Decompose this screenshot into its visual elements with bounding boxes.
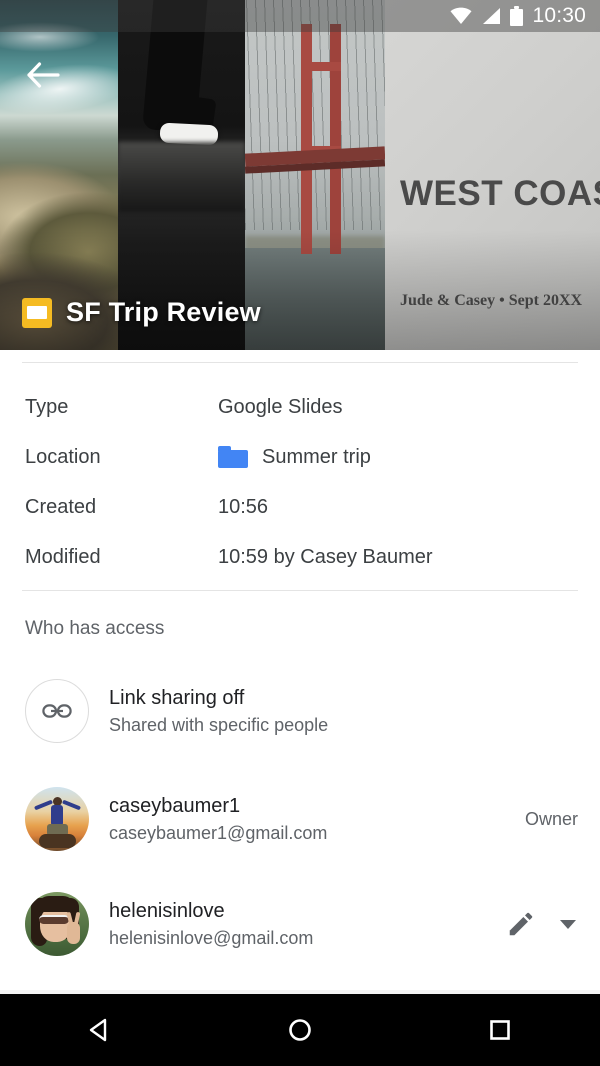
link-sharing-title: Link sharing off bbox=[109, 686, 245, 709]
detail-label-location: Location bbox=[25, 445, 101, 468]
person-row-helenisinlove[interactable]: helenisinlove helenisinlove@gmail.com bbox=[0, 888, 600, 960]
detail-label-modified: Modified bbox=[25, 545, 101, 568]
wifi-icon bbox=[450, 7, 472, 24]
link-sharing-row[interactable]: Link sharing off Shared with specific pe… bbox=[0, 678, 600, 744]
android-navigation-bar bbox=[0, 994, 600, 1066]
access-section-heading: Who has access bbox=[25, 618, 165, 639]
folder-icon bbox=[218, 446, 248, 468]
nav-home-button[interactable] bbox=[260, 994, 340, 1066]
person-email: helenisinlove@gmail.com bbox=[109, 927, 314, 948]
avatar-helenisinlove bbox=[25, 892, 89, 956]
link-icon bbox=[25, 679, 89, 743]
detail-label-created: Created bbox=[25, 495, 97, 518]
detail-row-modified: Modified 10:59 by Casey Baumer bbox=[0, 532, 600, 582]
detail-value-type: Google Slides bbox=[218, 395, 343, 418]
person-name: caseybaumer1 bbox=[109, 794, 241, 817]
ground-shape bbox=[118, 142, 245, 212]
person-name: helenisinlove bbox=[109, 899, 225, 922]
edit-permission-button[interactable] bbox=[506, 909, 536, 939]
file-title-bar: SF Trip Review bbox=[22, 297, 261, 328]
battery-icon bbox=[510, 6, 524, 26]
detail-value-modified: 10:59 by Casey Baumer bbox=[218, 545, 433, 568]
back-button[interactable] bbox=[20, 52, 66, 98]
person-text-helenisinlove: helenisinlove helenisinlove@gmail.com bbox=[109, 898, 494, 951]
status-bar: 10:30 bbox=[0, 0, 600, 32]
slide-title-text: WEST COAST ROAD TRIP bbox=[400, 174, 600, 213]
divider-above-access bbox=[22, 590, 578, 591]
detail-value-location: Summer trip bbox=[218, 446, 371, 469]
detail-row-location[interactable]: Location Summer trip bbox=[0, 432, 600, 482]
nav-back-button[interactable] bbox=[60, 994, 140, 1066]
status-time: 10:30 bbox=[532, 4, 586, 27]
detail-value-created: 10:56 bbox=[218, 495, 269, 518]
file-name: SF Trip Review bbox=[66, 297, 261, 327]
chain-link-glyph bbox=[42, 704, 72, 718]
detail-label-type: Type bbox=[25, 395, 69, 418]
edit-pencil-icon bbox=[509, 912, 533, 936]
slide-panel-title: WEST COAST ROAD TRIP Jude & Casey • Sept… bbox=[385, 0, 600, 350]
back-triangle-icon bbox=[89, 1018, 107, 1042]
home-circle-icon bbox=[289, 1019, 311, 1041]
person-row-actions bbox=[506, 909, 578, 939]
cell-signal-icon bbox=[483, 8, 501, 24]
file-preview-header: WEST COAST ROAD TRIP Jude & Casey • Sept… bbox=[0, 0, 600, 350]
detail-row-created: Created 10:56 bbox=[0, 482, 600, 532]
person-row-caseybaumer1[interactable]: caseybaumer1 caseybaumer1@gmail.com Owne… bbox=[0, 783, 600, 855]
person-role-badge: Owner bbox=[524, 808, 578, 829]
slide-panel-bridge bbox=[245, 0, 385, 350]
person-email: caseybaumer1@gmail.com bbox=[109, 822, 328, 843]
slide-subtitle-text: Jude & Casey • Sept 20XX bbox=[400, 292, 583, 309]
bridge-tower bbox=[301, 24, 341, 254]
google-slides-icon bbox=[22, 297, 52, 328]
location-folder-name: Summer trip bbox=[262, 445, 371, 468]
person-text-caseybaumer1: caseybaumer1 caseybaumer1@gmail.com bbox=[109, 793, 513, 846]
avatar-caseybaumer1 bbox=[25, 787, 89, 851]
nav-recents-button[interactable] bbox=[460, 994, 540, 1066]
detail-row-type: Type Google Slides bbox=[0, 382, 600, 432]
file-details-section: Type Google Slides Location Summer trip … bbox=[0, 382, 600, 582]
chevron-down-icon bbox=[560, 920, 576, 929]
permission-dropdown-button[interactable] bbox=[558, 917, 578, 931]
back-arrow-icon bbox=[27, 62, 60, 88]
recents-square-icon bbox=[490, 1020, 510, 1040]
divider-below-preview bbox=[22, 362, 578, 363]
link-sharing-text: Link sharing off Shared with specific pe… bbox=[109, 685, 578, 738]
link-sharing-subtitle: Shared with specific people bbox=[109, 714, 329, 735]
bridge-water bbox=[245, 248, 385, 350]
